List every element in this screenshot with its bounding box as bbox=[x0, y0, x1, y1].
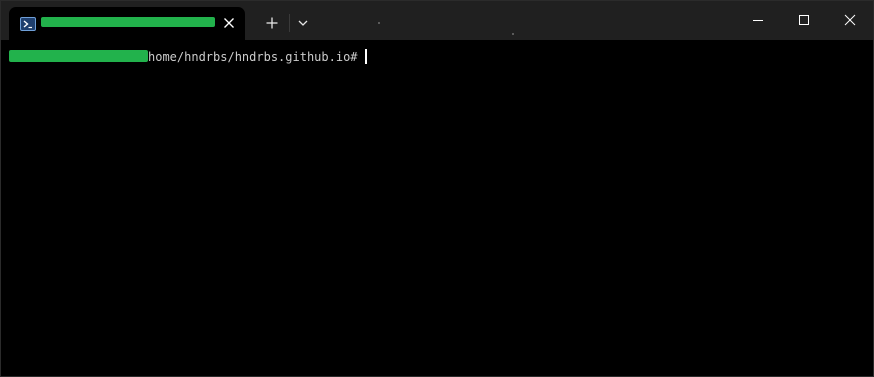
redacted-user-host bbox=[9, 50, 148, 62]
close-icon bbox=[224, 18, 234, 28]
terminal-window: home/hndrbs/hndrbs.github.io# bbox=[0, 0, 874, 377]
maximize-icon bbox=[799, 15, 809, 25]
close-button[interactable] bbox=[827, 1, 873, 39]
title-bar[interactable] bbox=[1, 1, 873, 40]
titlebar-speck bbox=[512, 33, 514, 35]
tab-title bbox=[41, 14, 215, 30]
plus-icon bbox=[266, 17, 278, 29]
tab-active[interactable] bbox=[9, 7, 245, 40]
maximize-button[interactable] bbox=[781, 1, 827, 39]
titlebar-speck bbox=[378, 22, 380, 24]
terminal-output[interactable]: home/hndrbs/hndrbs.github.io# bbox=[1, 40, 873, 376]
tab-dropdown-button[interactable] bbox=[291, 11, 315, 35]
prompt-path: home/hndrbs/hndrbs.github.io# bbox=[148, 50, 358, 64]
minimize-button[interactable] bbox=[735, 1, 781, 39]
prompt-line: home/hndrbs/hndrbs.github.io# bbox=[9, 48, 367, 66]
redacted-tab-title bbox=[41, 17, 215, 27]
tab-close-button[interactable] bbox=[220, 14, 238, 32]
powershell-icon bbox=[20, 16, 36, 31]
new-tab-button[interactable] bbox=[259, 11, 285, 35]
tab-divider bbox=[289, 14, 290, 32]
minimize-icon bbox=[753, 20, 763, 21]
text-cursor bbox=[364, 49, 367, 64]
chevron-down-icon bbox=[298, 20, 308, 26]
close-icon bbox=[844, 14, 856, 26]
